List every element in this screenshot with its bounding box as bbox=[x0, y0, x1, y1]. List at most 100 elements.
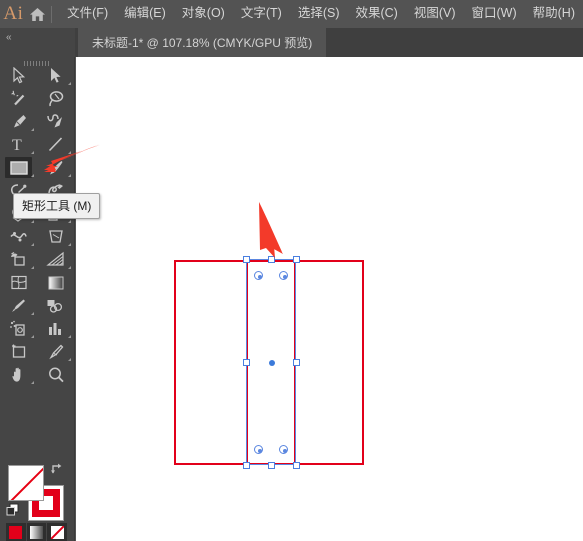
tool-type[interactable]: T bbox=[0, 133, 37, 156]
artboard-icon bbox=[11, 344, 25, 358]
double-chevron-left-icon[interactable]: « bbox=[6, 33, 11, 43]
flyout-triangle-icon[interactable] bbox=[31, 220, 34, 223]
tool-selection[interactable] bbox=[0, 64, 37, 87]
symbol-sprayer-icon bbox=[10, 320, 25, 336]
tool-curvature[interactable] bbox=[37, 110, 74, 133]
flyout-triangle-icon[interactable] bbox=[68, 335, 71, 338]
svg-text:T: T bbox=[12, 137, 22, 153]
handle-top-right[interactable] bbox=[293, 256, 300, 263]
artboard-canvas[interactable] bbox=[76, 57, 583, 541]
menu-bar: Ai 文件(F) 编辑(E) 对象(O) 文字(T) 选择(S) 效果(C) 视… bbox=[0, 0, 583, 28]
handle-bottom-left[interactable] bbox=[243, 462, 250, 469]
document-tab-title: 未标题-1* @ 107.18% (CMYK/GPU 预览) bbox=[92, 36, 313, 50]
tool-hand[interactable] bbox=[0, 363, 37, 386]
tool-zoom[interactable] bbox=[37, 363, 74, 386]
gradient-icon bbox=[48, 276, 63, 289]
rectangle-icon bbox=[9, 160, 28, 175]
flyout-triangle-icon[interactable] bbox=[31, 335, 34, 338]
color-mode-button[interactable] bbox=[6, 523, 26, 541]
handle-middle-right[interactable] bbox=[293, 359, 300, 366]
menu-item-window[interactable]: 窗口(W) bbox=[464, 4, 525, 24]
tool-slice[interactable] bbox=[37, 340, 74, 363]
tool-magic-wand[interactable] bbox=[0, 87, 37, 110]
eyedropper-icon bbox=[12, 299, 25, 312]
gradient-mode-button[interactable] bbox=[26, 523, 47, 541]
flyout-triangle-icon[interactable] bbox=[68, 266, 71, 269]
tools-panel: T bbox=[0, 57, 75, 541]
paintbrush-icon bbox=[50, 161, 63, 175]
flyout-triangle-icon[interactable] bbox=[68, 220, 71, 223]
magnifier-icon bbox=[48, 367, 64, 382]
tool-direct-selection[interactable] bbox=[37, 64, 74, 87]
tool-artboard[interactable] bbox=[0, 340, 37, 363]
flyout-triangle-icon[interactable] bbox=[68, 82, 71, 85]
menu-item-help[interactable]: 帮助(H) bbox=[525, 4, 583, 24]
corner-widget-bottom-right[interactable] bbox=[279, 445, 288, 454]
tool-perspective-grid[interactable] bbox=[37, 248, 74, 271]
tool-lasso[interactable] bbox=[37, 87, 74, 110]
default-fill-stroke-icon[interactable] bbox=[6, 503, 20, 517]
tool-symbol-sprayer[interactable] bbox=[0, 317, 37, 340]
menu-item-object[interactable]: 对象(O) bbox=[174, 4, 233, 24]
color-mode-row bbox=[6, 523, 68, 541]
tool-line-segment[interactable] bbox=[37, 133, 74, 156]
tool-pen[interactable] bbox=[0, 110, 37, 133]
tool-free-transform[interactable] bbox=[37, 225, 74, 248]
flyout-triangle-icon[interactable] bbox=[31, 174, 34, 177]
width-warp-icon bbox=[10, 232, 27, 242]
corner-widget-top-left[interactable] bbox=[254, 271, 263, 280]
curvature-icon bbox=[47, 114, 62, 128]
document-tab-bar: « 未标题-1* @ 107.18% (CMYK/GPU 预览) bbox=[0, 28, 583, 57]
center-anchor-point[interactable] bbox=[269, 360, 275, 366]
document-tab[interactable]: 未标题-1* @ 107.18% (CMYK/GPU 预览) bbox=[78, 28, 327, 57]
slice-knife-icon bbox=[49, 344, 64, 360]
corner-widget-top-right[interactable] bbox=[279, 271, 288, 280]
flyout-triangle-icon[interactable] bbox=[31, 243, 34, 246]
tool-gradient[interactable] bbox=[37, 271, 74, 294]
solid-color-icon bbox=[9, 526, 23, 539]
tool-tooltip: 矩形工具 (M) bbox=[13, 193, 101, 219]
swap-arrow-icon[interactable] bbox=[50, 462, 64, 476]
menu-divider bbox=[50, 5, 52, 23]
corner-widget-bottom-left[interactable] bbox=[254, 445, 263, 454]
handle-bottom-center[interactable] bbox=[268, 462, 275, 469]
flyout-triangle-icon[interactable] bbox=[68, 151, 71, 154]
tool-width[interactable] bbox=[0, 225, 37, 248]
handle-middle-left[interactable] bbox=[243, 359, 250, 366]
flyout-triangle-icon[interactable] bbox=[68, 243, 71, 246]
tool-eyedropper[interactable] bbox=[0, 294, 37, 317]
menu-item-type[interactable]: 文字(T) bbox=[233, 4, 290, 24]
tool-paintbrush[interactable] bbox=[37, 156, 74, 179]
swap-arrow-glyph bbox=[51, 463, 62, 474]
default-fill-stroke-glyph bbox=[6, 503, 19, 516]
tool-rectangle[interactable] bbox=[0, 156, 37, 179]
flyout-triangle-icon[interactable] bbox=[68, 358, 71, 361]
tool-blend[interactable] bbox=[37, 294, 74, 317]
none-mode-button[interactable] bbox=[47, 523, 68, 541]
menu-item-file[interactable]: 文件(F) bbox=[59, 4, 116, 24]
menu-item-select[interactable]: 选择(S) bbox=[290, 4, 348, 24]
home-icon-glyph bbox=[30, 7, 46, 21]
fill-stroke-swatches bbox=[0, 461, 74, 541]
flyout-triangle-icon[interactable] bbox=[68, 174, 71, 177]
fill-swatch[interactable] bbox=[8, 465, 44, 501]
flyout-triangle-icon[interactable] bbox=[31, 151, 34, 154]
flyout-triangle-icon[interactable] bbox=[31, 312, 34, 315]
handle-top-center[interactable] bbox=[268, 256, 275, 263]
line-segment-icon bbox=[48, 137, 63, 152]
tool-shape-builder[interactable] bbox=[0, 248, 37, 271]
tool-column-graph[interactable] bbox=[37, 317, 74, 340]
tool-mesh[interactable] bbox=[0, 271, 37, 294]
flyout-triangle-icon[interactable] bbox=[31, 381, 34, 384]
hand-icon bbox=[11, 367, 20, 382]
menu-item-effect[interactable]: 效果(C) bbox=[347, 4, 405, 24]
handle-bottom-right[interactable] bbox=[293, 462, 300, 469]
flyout-triangle-icon[interactable] bbox=[31, 266, 34, 269]
free-transform-icon bbox=[48, 230, 63, 243]
menu-item-edit[interactable]: 编辑(E) bbox=[116, 4, 174, 24]
home-icon[interactable] bbox=[27, 0, 49, 28]
flyout-triangle-icon[interactable] bbox=[31, 128, 34, 131]
magic-wand-icon bbox=[11, 90, 25, 106]
handle-top-left[interactable] bbox=[243, 256, 250, 263]
menu-item-view[interactable]: 视图(V) bbox=[406, 4, 464, 24]
